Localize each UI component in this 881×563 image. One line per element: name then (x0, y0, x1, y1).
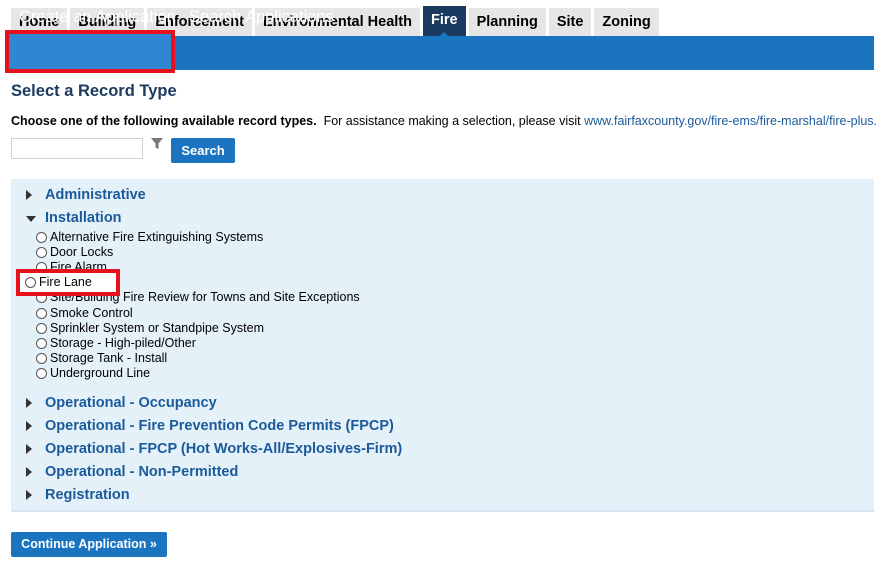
option-label: Fire Lane (39, 275, 92, 289)
option-label: Sprinkler System or Standpipe System (50, 321, 264, 335)
tab-fire[interactable]: Fire (423, 6, 466, 37)
radio-button[interactable] (36, 353, 47, 364)
group-label: Administrative (45, 187, 146, 203)
create-application-highlight-bg (9, 34, 171, 69)
collapsed-arrow-icon (26, 190, 32, 200)
option-label: Alternative Fire Extinguishing Systems (50, 230, 264, 244)
search-applications-link[interactable]: Search Applications (189, 0, 334, 34)
tab-planning[interactable]: Planning (468, 8, 546, 36)
group-label: Operational - FPCP (Hot Works-All/Explos… (45, 441, 403, 457)
collapsed-arrow-icon (26, 490, 32, 500)
option-label: Storage Tank - Install (50, 351, 168, 365)
option-label: Storage - High-piled/Other (50, 336, 196, 350)
radio-button[interactable] (36, 368, 47, 379)
record-type-search-input[interactable] (11, 138, 143, 159)
group-label: Registration (45, 487, 130, 503)
tab-zoning[interactable]: Zoning (594, 8, 659, 36)
group-label: Operational - Non-Permitted (45, 464, 239, 480)
collapsed-arrow-icon (26, 421, 32, 431)
radio-button[interactable] (25, 277, 36, 288)
instructions-text: For assistance making a selection, pleas… (323, 114, 581, 128)
collapsed-arrow-icon (26, 467, 32, 477)
radio-button[interactable] (36, 323, 47, 334)
continue-application-button[interactable]: Continue Application » (11, 532, 167, 557)
record-type-panel: Administrative Installation Alternative … (11, 179, 874, 512)
collapsed-arrow-icon (26, 444, 32, 454)
group-label: Installation (45, 210, 122, 226)
expanded-arrow-icon (26, 216, 36, 222)
filter-icon[interactable] (150, 137, 164, 151)
radio-button[interactable] (36, 232, 47, 243)
radio-button[interactable] (36, 247, 47, 258)
option-label: Door Locks (50, 245, 114, 259)
radio-button[interactable] (36, 338, 47, 349)
radio-button[interactable] (36, 308, 47, 319)
create-application-link[interactable]: Create an Application (19, 0, 176, 34)
page-title: Select a Record Type (11, 82, 177, 100)
group-label: Operational - Fire Prevention Code Permi… (45, 418, 394, 434)
search-button[interactable]: Search (171, 138, 235, 163)
instructions-bold: Choose one of the following available re… (11, 114, 317, 128)
option-label: Underground Line (50, 366, 151, 380)
collapsed-arrow-icon (26, 398, 32, 408)
group-label: Operational - Occupancy (45, 395, 217, 411)
assistance-link[interactable]: www.fairfaxcounty.gov/fire-ems/fire-mars… (584, 114, 877, 128)
option-label: Smoke Control (50, 306, 133, 320)
tab-site[interactable]: Site (548, 8, 592, 36)
instructions: Choose one of the following available re… (11, 114, 877, 128)
